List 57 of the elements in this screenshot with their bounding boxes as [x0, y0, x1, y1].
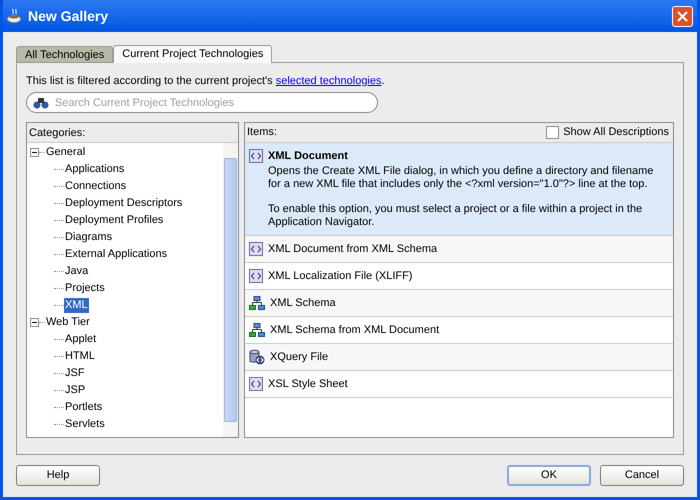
collapse-icon[interactable]: [30, 148, 39, 157]
hierarchy-icon: [249, 323, 265, 337]
item-title: XQuery File: [270, 350, 328, 365]
gallery-item[interactable]: [245, 143, 673, 236]
tree-item[interactable]: JSP: [64, 383, 86, 398]
tree-item[interactable]: Deployment Descriptors: [64, 196, 184, 211]
tree-item[interactable]: External Applications: [64, 247, 168, 262]
document-icon: [249, 269, 263, 283]
tree-item[interactable]: Deployment Profiles: [64, 213, 164, 228]
tree-item[interactable]: Java: [64, 264, 90, 279]
document-icon: [249, 242, 263, 256]
filter-note: This list is filtered according to the current project's selected technologies.: [26, 74, 386, 89]
binoculars-icon: [33, 97, 49, 109]
tree-item[interactable]: Portlets: [64, 400, 104, 415]
window-title: New Gallery: [28, 6, 110, 26]
tree-item[interactable]: Applet: [64, 332, 98, 347]
checkbox[interactable]: [546, 126, 560, 139]
item-description: Opens the Create XML File dialog, in which you define a directory and filename for a new XML file that includes only the <?xml version="1.0"?> line at the top.: [267, 165, 654, 191]
tree-item[interactable]: Applications: [64, 162, 126, 177]
gallery-item[interactable]: XML Schema: [245, 290, 673, 317]
tree-item[interactable]: JSF: [64, 366, 86, 381]
item-title: XSL Style Sheet: [268, 376, 348, 392]
tab[interactable]: All Technologies: [16, 46, 114, 62]
document-icon: [249, 149, 263, 163]
collapse-icon[interactable]: [30, 318, 39, 327]
items-label: Items:: [247, 125, 277, 140]
dialog-button[interactable]: OK: [507, 464, 591, 486]
tab[interactable]: Current Project Technologies: [113, 45, 272, 63]
close-button[interactable]: [672, 6, 693, 26]
tree-item[interactable]: XML: [64, 298, 89, 313]
item-description: To enable this option, you must select a project or a file within a project in the Application Navigator.: [267, 203, 644, 229]
tree-item[interactable]: Diagrams: [64, 230, 114, 245]
checkbox-label[interactable]: Show All Descriptions: [563, 124, 669, 141]
close-icon: [677, 10, 688, 22]
tree-item[interactable]: Connections: [64, 179, 128, 194]
search-field[interactable]: Search Current Project Technologies: [26, 92, 378, 113]
coffee-cup-icon: [7, 8, 23, 24]
item-title: XML Document: [268, 148, 348, 164]
tree-item[interactable]: General: [45, 145, 86, 160]
gallery-item[interactable]: XQuery File: [245, 344, 673, 371]
tree-item[interactable]: Servlets: [64, 417, 106, 432]
dialog-button[interactable]: Cancel: [600, 464, 684, 486]
item-title: XML Schema from XML Document: [270, 322, 440, 338]
scrollbar[interactable]: [223, 143, 238, 437]
item-title: XML Localization File (XLIFF): [268, 268, 412, 284]
tree-item[interactable]: HTML: [64, 349, 96, 364]
categories-label: Categories:: [27, 123, 238, 143]
link[interactable]: selected technologies: [276, 75, 382, 87]
hierarchy-icon: [249, 296, 265, 310]
tree-item[interactable]: Web Tier: [45, 315, 91, 330]
tree-item[interactable]: Projects: [64, 281, 106, 296]
gallery-item[interactable]: XML Document from XML Schema: [245, 236, 673, 263]
item-title: XML Document from XML Schema: [268, 242, 438, 257]
document-icon: [249, 377, 263, 391]
dialog-button[interactable]: Help: [16, 464, 100, 486]
item-title: XML Schema: [270, 296, 336, 311]
database-icon: [249, 349, 265, 365]
